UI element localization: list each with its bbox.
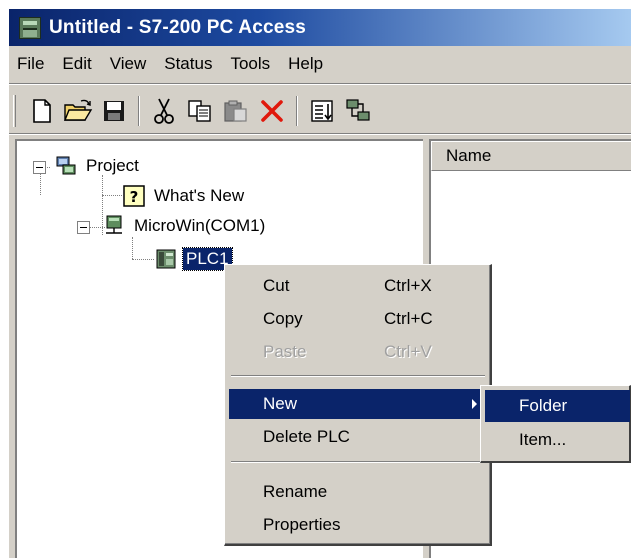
menu-separator xyxy=(231,375,485,377)
delete-button[interactable] xyxy=(254,94,290,128)
toolbar-separator xyxy=(138,96,140,126)
tree-node-microwin[interactable]: MicroWin(COM1) xyxy=(103,213,268,239)
paste-button[interactable] xyxy=(218,94,254,128)
menu-item-delete-plc[interactable]: Delete PLC xyxy=(229,422,487,452)
column-header-name[interactable]: Name xyxy=(431,141,631,171)
menu-item-rename[interactable]: Rename xyxy=(229,477,487,507)
window-title: Untitled - S7-200 PC Access xyxy=(49,16,307,38)
tree-line xyxy=(132,259,154,260)
tree-label-microwin: MicroWin(COM1) xyxy=(134,216,266,235)
menu-item-paste: Paste Ctrl+V xyxy=(229,337,487,367)
submenu-item-folder-label: Folder xyxy=(519,396,568,415)
menu-item-cut-label: Cut xyxy=(263,276,290,295)
project-network-icon xyxy=(56,156,76,175)
menu-item-cut[interactable]: Cut Ctrl+X xyxy=(229,271,487,301)
menu-item-cut-shortcut: Ctrl+X xyxy=(384,276,432,295)
new-file-icon xyxy=(33,99,51,123)
tree-node-project[interactable]: Project xyxy=(55,153,142,179)
toolbar-separator-line xyxy=(9,133,631,135)
delete-icon xyxy=(261,100,283,122)
cut-button[interactable] xyxy=(146,94,182,128)
new-file-button[interactable] xyxy=(24,94,60,128)
network-icon xyxy=(346,99,370,121)
tree-label-project: Project xyxy=(86,156,139,175)
tree-node-whats-new[interactable]: ? What's New xyxy=(123,183,247,209)
project-collapse-toggle[interactable] xyxy=(33,161,46,174)
microwin-collapse-toggle[interactable] xyxy=(77,221,90,234)
toolbar xyxy=(13,91,376,131)
copy-icon xyxy=(188,100,211,122)
submenu-item-folder[interactable]: Folder xyxy=(485,390,630,422)
network-button[interactable] xyxy=(340,94,376,128)
menu-item-paste-label: Paste xyxy=(263,342,307,361)
copy-button[interactable] xyxy=(182,94,218,128)
tree-label-whats-new: What's New xyxy=(154,186,245,205)
menu-status[interactable]: Status xyxy=(156,54,220,74)
menu-file[interactable]: File xyxy=(9,54,52,74)
new-submenu: Folder Item... xyxy=(480,385,631,463)
menu-separator xyxy=(231,461,485,463)
menu-item-new[interactable]: New xyxy=(229,389,487,419)
toolbar-grip[interactable] xyxy=(13,95,16,127)
connection-icon xyxy=(106,215,122,234)
menu-item-properties[interactable]: Properties xyxy=(229,510,487,540)
sort-list-icon xyxy=(311,100,333,122)
menu-separator xyxy=(9,83,631,85)
tree-line xyxy=(102,195,122,196)
tree-line xyxy=(132,237,133,259)
submenu-item-item-label: Item... xyxy=(519,430,567,449)
open-folder-icon xyxy=(63,99,93,121)
toolbar-separator-2 xyxy=(296,96,298,126)
open-button[interactable] xyxy=(60,94,96,128)
menu-item-copy-label: Copy xyxy=(263,309,303,328)
sort-button[interactable] xyxy=(304,94,340,128)
tree-node-plc1[interactable]: PLC1 xyxy=(155,246,233,272)
submenu-item-item[interactable]: Item... xyxy=(485,424,630,456)
menu-bar: File Edit View Status Tools Help xyxy=(9,49,631,79)
menu-item-delete-plc-label: Delete PLC xyxy=(263,427,350,446)
paste-icon xyxy=(224,100,247,122)
cut-icon xyxy=(154,98,174,124)
app-icon xyxy=(19,16,41,39)
menu-item-paste-shortcut: Ctrl+V xyxy=(384,342,432,361)
menu-item-copy[interactable]: Copy Ctrl+C xyxy=(229,304,487,334)
svg-text:?: ? xyxy=(130,188,139,206)
context-menu: Cut Ctrl+X Copy Ctrl+C Paste Ctrl+V New … xyxy=(224,264,492,546)
menu-help[interactable]: Help xyxy=(280,54,331,74)
submenu-arrow-icon xyxy=(472,399,477,409)
menu-edit[interactable]: Edit xyxy=(54,54,99,74)
save-icon xyxy=(104,101,124,121)
menu-item-rename-label: Rename xyxy=(263,482,328,501)
plc-icon xyxy=(156,249,176,269)
menu-tools[interactable]: Tools xyxy=(222,54,278,74)
save-button[interactable] xyxy=(96,94,132,128)
menu-item-copy-shortcut: Ctrl+C xyxy=(384,309,433,328)
menu-item-new-label: New xyxy=(263,394,298,413)
title-bar[interactable]: Untitled - S7-200 PC Access xyxy=(9,9,631,46)
menu-item-properties-label: Properties xyxy=(263,515,341,534)
help-question-icon: ? xyxy=(123,185,145,207)
menu-view[interactable]: View xyxy=(102,54,155,74)
